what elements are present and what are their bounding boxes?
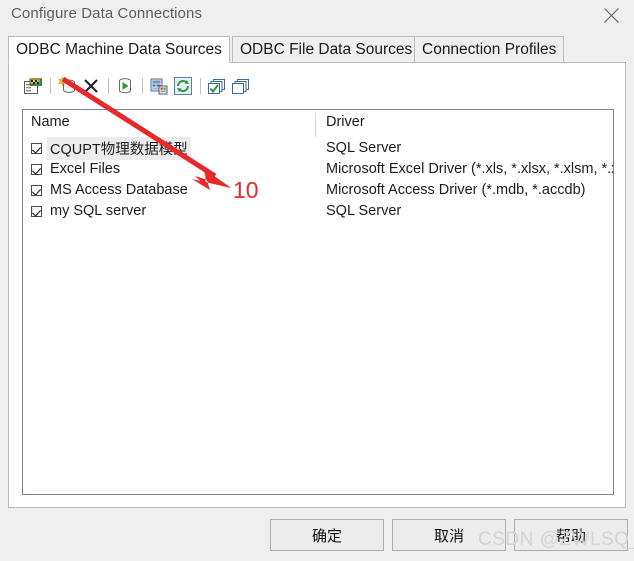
row-name-label: MS Access Database: [50, 182, 188, 198]
close-button[interactable]: [588, 0, 634, 31]
data-sources-list[interactable]: Name Driver CQUPT物理数据模型 SQL Server Excel…: [22, 109, 614, 495]
row-driver-label: Microsoft Access Driver (*.mdb, *.accdb): [326, 182, 586, 198]
table-row[interactable]: MS Access Database Microsoft Access Driv…: [23, 180, 613, 200]
title-bar: Configure Data Connections: [0, 0, 634, 31]
deselect-all-button[interactable]: [230, 75, 252, 97]
toolbar-separator: [108, 78, 109, 94]
row-name-cell: my SQL server: [31, 201, 149, 221]
tab-connection-profiles[interactable]: Connection Profiles: [414, 36, 565, 63]
select-all-icon: [208, 78, 226, 95]
row-checkbox[interactable]: [31, 142, 42, 154]
server-properties-icon: [150, 78, 168, 95]
row-name-cell: MS Access Database: [31, 180, 191, 200]
row-name-label: my SQL server: [50, 203, 147, 219]
tab-odbc-file-data-sources[interactable]: ODBC File Data Sources: [232, 36, 421, 63]
refresh-button[interactable]: [172, 75, 194, 97]
ok-button[interactable]: 确定: [270, 519, 384, 551]
toolbar-separator: [200, 78, 201, 94]
close-icon: [603, 7, 620, 24]
row-name-cell: CQUPT物理数据模型: [31, 136, 191, 160]
select-all-button[interactable]: [206, 75, 228, 97]
row-name-label: Excel Files: [50, 161, 121, 177]
add-data-source-icon: [57, 77, 77, 95]
row-checkbox[interactable]: [31, 184, 42, 196]
row-name-cell: Excel Files: [31, 159, 123, 179]
toolbar-separator: [50, 78, 51, 94]
window-title: Configure Data Connections: [11, 5, 203, 22]
table-row[interactable]: CQUPT物理数据模型 SQL Server: [23, 136, 613, 160]
deselect-all-icon: [232, 78, 250, 95]
column-header-driver[interactable]: Driver: [326, 114, 365, 130]
row-checkbox[interactable]: [31, 205, 42, 217]
refresh-icon: [174, 77, 192, 95]
row-checkbox[interactable]: [31, 163, 42, 175]
connect-data-source-icon: [117, 77, 133, 95]
server-properties-button[interactable]: [148, 75, 170, 97]
close-x-icon: [83, 78, 99, 94]
toolbar: [22, 74, 254, 98]
table-row[interactable]: my SQL server SQL Server: [23, 201, 613, 221]
column-header-name[interactable]: Name: [31, 114, 70, 130]
add-data-source-button[interactable]: [56, 75, 78, 97]
watermark: CSDN @ZWLSQ_: [478, 529, 634, 550]
row-driver-label: Microsoft Excel Driver (*.xls, *.xlsx, *…: [326, 161, 614, 177]
delete-data-source-button[interactable]: [80, 75, 102, 97]
row-driver-label: SQL Server: [326, 140, 402, 156]
edit-data-source-icon: [23, 77, 43, 95]
edit-data-source-button[interactable]: [22, 75, 44, 97]
tab-panel: Name Driver CQUPT物理数据模型 SQL Server Excel…: [8, 62, 626, 508]
connect-data-source-button[interactable]: [114, 75, 136, 97]
tab-odbc-machine-data-sources[interactable]: ODBC Machine Data Sources: [8, 36, 230, 63]
toolbar-separator: [142, 78, 143, 94]
row-name-label: CQUPT物理数据模型: [47, 136, 191, 160]
row-driver-label: SQL Server: [326, 203, 402, 219]
column-divider: [315, 113, 316, 137]
tab-strip: ODBC Machine Data Sources ODBC File Data…: [8, 36, 626, 63]
table-row[interactable]: Excel Files Microsoft Excel Driver (*.xl…: [23, 159, 613, 179]
